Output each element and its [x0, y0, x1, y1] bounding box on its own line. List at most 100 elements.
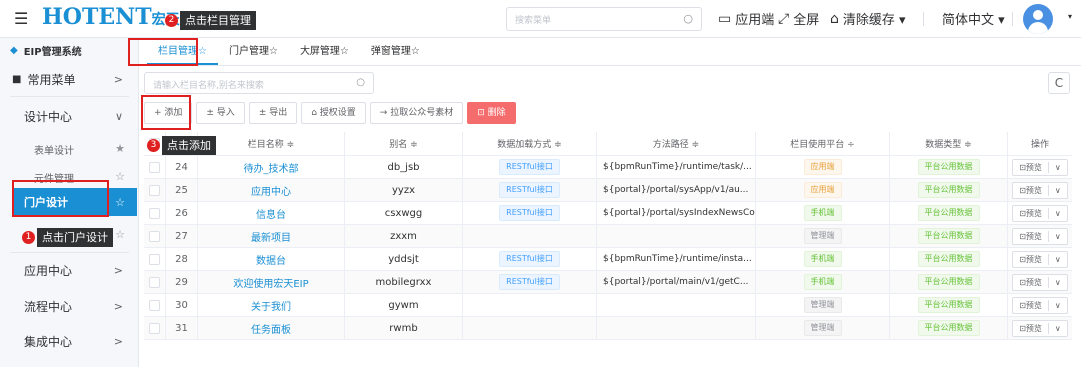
fullscreen-button[interactable]: ⤢ 全屏 [778, 9, 819, 29]
row-column-name-link-text[interactable]: 数据台 [256, 252, 286, 267]
clear-cache-button[interactable]: ⌂ 清除缓存 ▾ [830, 9, 906, 29]
header-data-type[interactable]: 数据类型 ≑ [890, 132, 1008, 155]
pull-wechat-material-button[interactable]: → 拉取公众号素材 [369, 102, 464, 124]
more-chevron-icon[interactable]: ∨ [1049, 209, 1067, 218]
row-column-name-link[interactable]: 任务面板 [198, 317, 345, 339]
row-column-name-link[interactable]: 欢迎使用宏天EIP [198, 271, 345, 293]
app-end-button[interactable]: ▭ 应用端 [718, 9, 774, 29]
table-row[interactable]: 30 关于我们 gywm 管理端 平台公用数据 ⊡预览 ∨ [144, 294, 1072, 317]
row-data-type-tag: 平台公用数据 [917, 228, 980, 244]
row-checkbox[interactable] [149, 230, 160, 242]
row-checkbox[interactable] [149, 322, 160, 334]
menu-toggle-icon[interactable]: ☰ [14, 9, 28, 28]
table-row[interactable]: 26 信息台 csxwgg RESTful接口 ${portal}/portal/sys… [144, 202, 1072, 225]
more-chevron-icon[interactable]: ∨ [1049, 324, 1067, 333]
table-row[interactable]: 31 任务面板 rwmb 管理端 平台公用数据 ⊡预览 ∨ [144, 317, 1072, 340]
table-row[interactable]: 28 数据台 yddsjt RESTful接口 ${bpmRunTime}/runtim… [144, 248, 1072, 271]
language-select[interactable]: 简体中文 ▾ [942, 9, 1005, 28]
row-column-name-link[interactable]: 最新项目 [198, 225, 345, 247]
table-row[interactable]: 24 待办_技术部 db_jsb RESTful接口 ${bpmRunTime}/run… [144, 156, 1072, 179]
row-platform-tag: 手机端 [803, 274, 842, 290]
row-select-cell[interactable] [144, 225, 166, 247]
delete-button[interactable]: ⊡ 删除 [467, 102, 516, 124]
column-search-input[interactable]: 请输入栏目名称,别名来搜索 ○ [144, 72, 374, 94]
row-select-cell[interactable] [144, 317, 166, 339]
row-column-name-link[interactable]: 信息台 [198, 202, 345, 224]
more-chevron-icon[interactable]: ∨ [1049, 163, 1067, 172]
row-select-cell[interactable] [144, 271, 166, 293]
row-checkbox[interactable] [149, 184, 160, 196]
highlight-box-tab [128, 38, 198, 66]
chevron-right-icon: > [113, 72, 123, 86]
row-column-name-link-text[interactable]: 任务面板 [251, 321, 291, 336]
sidebar-item-common-menu[interactable]: ■ 常用菜单 > [0, 62, 139, 96]
row-column-name-link-text[interactable]: 最新项目 [251, 229, 291, 244]
row-select-cell[interactable] [144, 179, 166, 201]
row-checkbox[interactable] [149, 207, 160, 219]
preview-button[interactable]: ⊡预览 ∨ [1012, 227, 1068, 245]
preview-button[interactable]: ⊡预览 ∨ [1012, 273, 1068, 291]
sidebar-item-app-center[interactable]: 应用中心 > [0, 253, 139, 287]
tab-popup-management[interactable]: 弹窗管理☆ [360, 38, 431, 65]
row-select-cell[interactable] [144, 248, 166, 270]
sidebar-item-process-center[interactable]: 流程中心 > [0, 289, 139, 323]
row-checkbox[interactable] [149, 299, 160, 311]
tab-portal-management[interactable]: 门户管理☆ [218, 38, 289, 65]
row-method-path: ${bpmRunTime}/runtime/insta... [597, 248, 756, 270]
row-column-name-link[interactable]: 数据台 [198, 248, 345, 270]
preview-button[interactable]: ⊡预览 ∨ [1012, 181, 1068, 199]
header-method-path[interactable]: 方法路径 ≑ [597, 132, 756, 155]
refresh-button[interactable]: C [1048, 72, 1070, 94]
row-column-name-link-text[interactable]: 待办_技术部 [244, 160, 299, 175]
header-alias[interactable]: 别名 ≑ [345, 132, 463, 155]
sidebar-item-form-design[interactable]: 表单设计 ★ [0, 142, 139, 160]
star-icon[interactable]: ☆ [115, 196, 125, 209]
row-column-name-link-text[interactable]: 欢迎使用宏天EIP [233, 275, 308, 290]
row-select-cell[interactable] [144, 294, 166, 316]
header-column-name[interactable]: 栏目名称 ≑ [198, 132, 345, 155]
table-row[interactable]: 29 欢迎使用宏天EIP mobilegrxx RESTful接口 ${portal}/… [144, 271, 1072, 294]
preview-button[interactable]: ⊡预览 ∨ [1012, 250, 1068, 268]
row-select-cell[interactable] [144, 202, 166, 224]
preview-button[interactable]: ⊡预览 ∨ [1012, 204, 1068, 222]
row-column-name-link[interactable]: 待办_技术部 [198, 156, 345, 178]
export-button[interactable]: ± 导出 [248, 102, 298, 124]
preview-button[interactable]: ⊡预览 ∨ [1012, 319, 1068, 337]
row-column-name-link-text[interactable]: 应用中心 [251, 183, 291, 198]
more-chevron-icon[interactable]: ∨ [1049, 301, 1067, 310]
table-row[interactable]: 25 应用中心 yyzx RESTful接口 ${portal}/portal/sysA… [144, 179, 1072, 202]
row-id-text: 26 [175, 207, 188, 219]
search-icon[interactable]: ○ [356, 77, 365, 88]
tab-screen-management[interactable]: 大屏管理☆ [289, 38, 360, 65]
import-button[interactable]: ± 导入 [196, 102, 245, 124]
more-chevron-icon[interactable]: ∨ [1049, 255, 1067, 264]
more-chevron-icon[interactable]: ∨ [1049, 186, 1067, 195]
row-column-name-link[interactable]: 关于我们 [198, 294, 345, 316]
table-row[interactable]: 27 最新项目 zxxm 管理端 平台公用数据 ⊡预览 ∨ [144, 225, 1072, 248]
header-load-method[interactable]: 数据加载方式 ≑ [463, 132, 597, 155]
row-checkbox[interactable] [149, 276, 160, 288]
row-alias-text: csxwgg [384, 207, 423, 219]
row-column-name-link[interactable]: 应用中心 [198, 179, 345, 201]
star-icon[interactable]: ☆ [115, 228, 125, 241]
star-icon[interactable]: ☆ [115, 170, 125, 183]
menu-search-input[interactable]: 搜索菜单 ○ [506, 7, 702, 31]
row-column-name-link-text[interactable]: 信息台 [256, 206, 286, 221]
avatar[interactable] [1023, 4, 1053, 34]
more-chevron-icon[interactable]: ∨ [1049, 278, 1067, 287]
sidebar-item-integration-center[interactable]: 集成中心 > [0, 324, 139, 358]
avatar-chevron-icon[interactable]: ▾ [1068, 12, 1072, 21]
preview-button[interactable]: ⊡预览 ∨ [1012, 296, 1068, 314]
search-icon[interactable]: ○ [683, 12, 693, 25]
more-chevron-icon[interactable]: ∨ [1049, 232, 1067, 241]
sidebar-item-label: 表单设计 [34, 146, 74, 157]
row-column-name-link-text[interactable]: 关于我们 [251, 298, 291, 313]
row-checkbox[interactable] [149, 161, 160, 173]
star-filled-icon[interactable]: ★ [115, 142, 125, 155]
row-checkbox[interactable] [149, 253, 160, 265]
preview-button[interactable]: ⊡预览 ∨ [1012, 158, 1068, 176]
auth-settings-button[interactable]: ⌂ 授权设置 [301, 102, 366, 124]
header-platform[interactable]: 栏目使用平台 ÷ [756, 132, 890, 155]
row-select-cell[interactable] [144, 156, 166, 178]
sidebar-item-design-center[interactable]: 设计中心 ∨ [0, 99, 139, 133]
